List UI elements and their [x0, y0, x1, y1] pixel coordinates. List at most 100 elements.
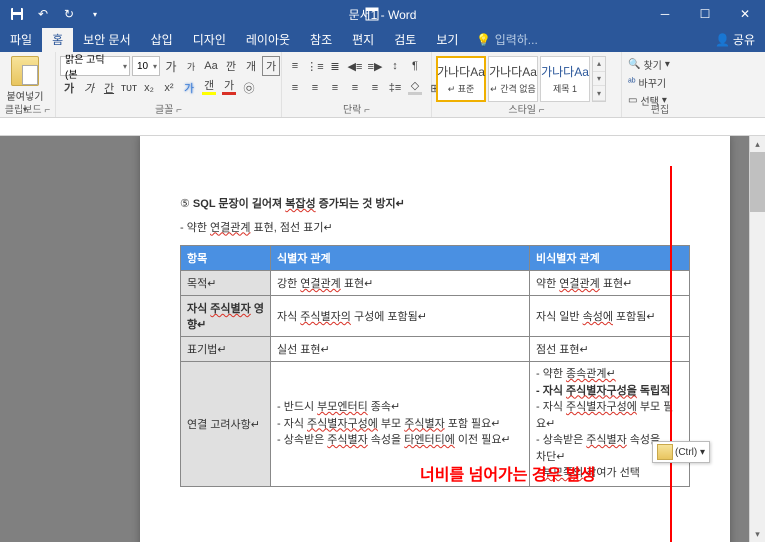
- paste-icon: [11, 56, 39, 86]
- enclose-button[interactable]: 가: [262, 56, 280, 76]
- tab-mailings[interactable]: 편지: [342, 27, 384, 52]
- shading-button[interactable]: ◇: [406, 78, 424, 98]
- content-table[interactable]: 항목 식별자 관계 비식별자 관계 목적↵ 강한 연결관계 표현↵ 약한 연결관…: [180, 245, 690, 487]
- shrink-font-button[interactable]: 가: [182, 56, 200, 76]
- close-button[interactable]: ✕: [725, 0, 765, 28]
- cell[interactable]: 자식 주식별자 영향↵: [181, 296, 271, 337]
- tab-layout[interactable]: 레이아웃: [236, 27, 300, 52]
- scroll-thumb[interactable]: [750, 152, 765, 212]
- underline-button[interactable]: 간: [100, 78, 118, 98]
- change-case-button[interactable]: Aa: [202, 56, 220, 76]
- distribute-button[interactable]: ≡: [366, 78, 384, 98]
- superscript-button[interactable]: x²: [160, 78, 178, 98]
- style-no-spacing[interactable]: 가나다Aa↵ 간격 없음: [488, 56, 538, 102]
- group-label-styles: 스타일 ⌐: [432, 101, 621, 116]
- group-label-editing: 편집: [622, 101, 698, 116]
- align-right-button[interactable]: ≡: [326, 78, 344, 98]
- window-controls: ─ ☐ ✕: [645, 0, 765, 28]
- qat-more-icon[interactable]: ▾: [84, 3, 106, 25]
- undo-icon[interactable]: ↶: [32, 3, 54, 25]
- tab-references[interactable]: 참조: [300, 27, 342, 52]
- tab-view[interactable]: 보기: [426, 27, 468, 52]
- cell[interactable]: 약한 연결관계 표현↵: [530, 271, 690, 296]
- highlight-button[interactable]: 갠: [200, 78, 218, 98]
- document-area[interactable]: 너비를 넘어가는 경우 발생 (Ctrl) ▾ ⑤ SQL 문장이 길어져 복잡…: [0, 136, 749, 542]
- table-header-row: 항목 식별자 관계 비식별자 관계: [181, 246, 690, 271]
- show-marks-button[interactable]: ¶: [406, 56, 424, 76]
- font-size-combo[interactable]: 10: [132, 56, 160, 76]
- group-clipboard: 붙여넣기 ▾ 클립보드 ⌐: [0, 52, 56, 117]
- title-bar: ↶ ↻ ▾ 문서1 - Word ─ ☐ ✕: [0, 0, 765, 28]
- sort-button[interactable]: ↕: [386, 56, 404, 76]
- tab-security[interactable]: 보안 문서: [73, 27, 141, 52]
- page: 너비를 넘어가는 경우 발생 (Ctrl) ▾ ⑤ SQL 문장이 길어져 복잡…: [140, 136, 730, 542]
- ribbon: 붙여넣기 ▾ 클립보드 ⌐ 맑은 고딕(본 10 가 가 Aa 깐 개 가 가: [0, 52, 765, 118]
- group-font: 맑은 고딕(본 10 가 가 Aa 깐 개 가 가 가 간 ᴛᴜᴛ x₂ x² …: [56, 52, 282, 117]
- enclose-char-button[interactable]: ㉧: [240, 78, 258, 98]
- cell[interactable]: 표기법↵: [181, 337, 271, 362]
- align-left-button[interactable]: ≡: [286, 78, 304, 98]
- th-1: 항목: [181, 246, 271, 271]
- hangul-button[interactable]: 깐: [222, 56, 240, 76]
- tab-insert[interactable]: 삽입: [141, 27, 183, 52]
- italic-button[interactable]: 가: [80, 78, 98, 98]
- cell[interactable]: 자식 주식별자의 구성에 포함됨↵: [271, 296, 530, 337]
- bold-button[interactable]: 가: [60, 78, 78, 98]
- cell[interactable]: 실선 표현↵: [271, 337, 530, 362]
- paste-options-icon: [657, 444, 673, 460]
- font-color-button[interactable]: 가: [220, 78, 238, 98]
- group-label-clipboard: 클립보드 ⌐: [0, 101, 55, 116]
- tell-me-input[interactable]: 💡 입력하...: [468, 27, 545, 52]
- find-icon: 🔍: [628, 59, 640, 70]
- scroll-up-icon[interactable]: ▴: [750, 136, 765, 152]
- cell[interactable]: 점선 표현↵: [530, 337, 690, 362]
- styles-scroll[interactable]: ▴▾▾: [592, 56, 606, 102]
- decrease-indent-button[interactable]: ◀≡: [346, 56, 364, 76]
- doc-line-2[interactable]: - 약한 연결관계 표현, 점선 표기↵: [180, 220, 690, 238]
- paste-options-button[interactable]: (Ctrl) ▾: [652, 441, 710, 463]
- table-row: 자식 주식별자 영향↵ 자식 주식별자의 구성에 포함됨↵ 자식 일반 속성에 …: [181, 296, 690, 337]
- group-editing: 🔍찾기 ▾ ᵃᵇ바꾸기 ▭선택 ▾ 편집: [622, 52, 698, 117]
- replace-button[interactable]: ᵃᵇ바꾸기: [626, 74, 682, 91]
- ruby-button[interactable]: 개: [242, 56, 260, 76]
- group-styles: 가나다Aa↵ 표준 가나다Aa↵ 간격 없음 가나다Aa제목 1 ▴▾▾ 스타일…: [432, 52, 622, 117]
- bullets-button[interactable]: ≡: [286, 56, 304, 76]
- minimize-button[interactable]: ─: [645, 0, 685, 28]
- style-normal[interactable]: 가나다Aa↵ 표준: [436, 56, 486, 102]
- subscript-button[interactable]: x₂: [140, 78, 158, 98]
- ruler: [0, 118, 765, 136]
- quick-access-toolbar: ↶ ↻ ▾: [0, 3, 106, 25]
- redo-icon[interactable]: ↻: [58, 3, 80, 25]
- table-row: 표기법↵ 실선 표현↵ 점선 표현↵: [181, 337, 690, 362]
- th-2: 식별자 관계: [271, 246, 530, 271]
- group-label-font: 글꼴 ⌐: [56, 101, 281, 116]
- maximize-button[interactable]: ☐: [685, 0, 725, 28]
- style-heading1[interactable]: 가나다Aa제목 1: [540, 56, 590, 102]
- vertical-scrollbar[interactable]: ▴ ▾: [749, 136, 765, 542]
- increase-indent-button[interactable]: ≡▶: [366, 56, 384, 76]
- numbering-button[interactable]: ⋮≡: [306, 56, 324, 76]
- tab-home[interactable]: 홈: [42, 27, 73, 52]
- tab-review[interactable]: 검토: [384, 27, 426, 52]
- cell[interactable]: 자식 일반 속성에 포함됨↵: [530, 296, 690, 337]
- cell[interactable]: 연결 고려사항↵: [181, 362, 271, 487]
- doc-line-1[interactable]: ⑤ SQL 문장이 길어져 복잡성 증가되는 것 방지↵: [180, 196, 690, 214]
- multilevel-button[interactable]: ≣: [326, 56, 344, 76]
- find-button[interactable]: 🔍찾기 ▾: [626, 56, 682, 73]
- grow-font-button[interactable]: 가: [162, 56, 180, 76]
- tab-file[interactable]: 파일: [0, 27, 42, 52]
- group-paragraph: ≡ ⋮≡ ≣ ◀≡ ≡▶ ↕ ¶ ≡ ≡ ≡ ≡ ≡ ‡≡ ◇ ⊞: [282, 52, 432, 117]
- font-name-combo[interactable]: 맑은 고딕(본: [60, 56, 130, 76]
- scroll-down-icon[interactable]: ▾: [750, 526, 765, 542]
- justify-button[interactable]: ≡: [346, 78, 364, 98]
- text-effects-button[interactable]: 가: [180, 78, 198, 98]
- share-button[interactable]: 👤공유: [705, 27, 765, 52]
- cell[interactable]: 목적↵: [181, 271, 271, 296]
- align-center-button[interactable]: ≡: [306, 78, 324, 98]
- annotation-line: [670, 166, 672, 542]
- strike-button[interactable]: ᴛᴜᴛ: [120, 78, 138, 98]
- line-spacing-button[interactable]: ‡≡: [386, 78, 404, 98]
- tab-design[interactable]: 디자인: [183, 27, 236, 52]
- save-icon[interactable]: [6, 3, 28, 25]
- cell[interactable]: 강한 연결관계 표현↵: [271, 271, 530, 296]
